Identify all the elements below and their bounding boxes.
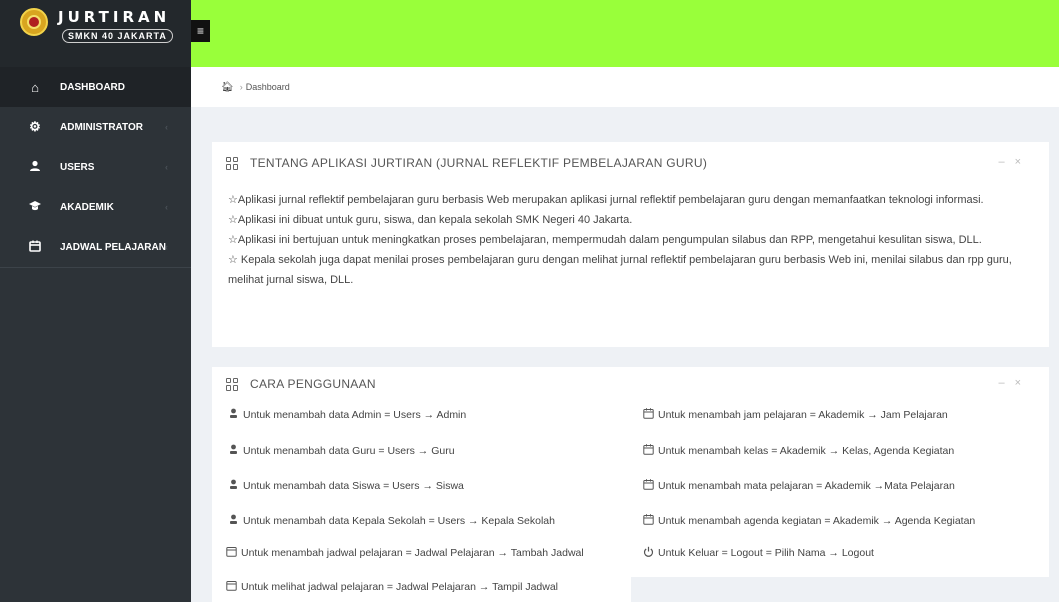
about-line: ☆Aplikasi jurnal reflektif pembelajaran … — [228, 194, 984, 206]
brand-subtitle: SMKN 40 JAKARTA — [62, 29, 173, 43]
list-item: Untuk menambah data Guru = Users → Guru — [227, 444, 455, 458]
chevron-left-icon: ‹ — [165, 122, 168, 132]
about-text: ☆Aplikasi jurnal reflektif pembelajaran … — [228, 190, 1031, 290]
sidebar-divider — [0, 267, 191, 268]
sidebar-item-jadwal-pelajaran[interactable]: JADWAL PELAJARAN ‹ — [0, 227, 191, 267]
close-button[interactable]: × — [1015, 377, 1031, 389]
about-panel: TENTANG APLIKASI JURTIRAN (JURNAL REFLEK… — [212, 142, 1049, 347]
user-icon — [227, 514, 239, 528]
top-bar: ≡ — [191, 0, 1059, 67]
list-item: Untuk menambah mata pelajaran = Akademik… — [642, 479, 955, 493]
chevron-left-icon: ‹ — [165, 242, 168, 252]
list-item: Untuk menambah agenda kegiatan = Akademi… — [642, 514, 975, 528]
brand-title: JURTIRAN — [58, 8, 171, 26]
calendar-icon — [642, 408, 654, 422]
breadcrumb-current: Dashboard — [245, 82, 290, 92]
list-item: Untuk menambah jam pelajaran = Akademik … — [642, 408, 948, 422]
calendar-icon — [28, 240, 42, 255]
graduation-cap-icon — [28, 200, 42, 215]
list-item: Untuk menambah data Kepala Sekolah = Use… — [227, 514, 555, 528]
sidebar-item-dashboard[interactable]: ⌂ DASHBOARD — [0, 67, 191, 107]
user-icon — [227, 444, 239, 458]
gear-icon: ⚙ — [29, 119, 41, 134]
list-item: Untuk menambah data Admin = Users → Admi… — [227, 408, 466, 422]
grid-icon — [226, 377, 239, 391]
home-icon: ⌂ — [31, 79, 39, 95]
calendar-icon — [225, 580, 237, 594]
sidebar-item-users[interactable]: USERS ‹ — [0, 147, 191, 187]
users-icon — [28, 160, 42, 175]
panel-title: CARA PENGGUNAAN — [250, 377, 376, 391]
list-item: Untuk Keluar = Logout = Pilih Nama → Log… — [642, 546, 874, 560]
sidebar-item-label: DASHBOARD — [60, 81, 125, 93]
calendar-icon — [225, 546, 237, 560]
panel-tools: –× — [998, 156, 1031, 168]
close-button[interactable]: × — [1015, 156, 1031, 168]
chevron-left-icon: ‹ — [165, 162, 168, 172]
brand[interactable]: JURTIRAN SMKN 40 JAKARTA — [0, 0, 191, 67]
calendar-icon — [642, 444, 654, 458]
about-line: ☆ Kepala sekolah juga dapat menilai pros… — [228, 254, 1012, 286]
panel-tools: –× — [998, 377, 1031, 389]
home-icon[interactable]: 🏠︎ — [221, 82, 234, 93]
list-item: Untuk menambah kelas = Akademik → Kelas,… — [642, 444, 954, 458]
list-item: Untuk menambah data Siswa = Users → Sisw… — [227, 479, 464, 493]
breadcrumb-separator: › — [239, 82, 243, 92]
list-item: Untuk menambah jadwal pelajaran = Jadwal… — [225, 546, 584, 560]
power-icon — [642, 546, 654, 560]
user-icon — [227, 479, 239, 493]
chevron-left-icon: ‹ — [165, 202, 168, 212]
list-item: Untuk melihat jadwal pelajaran = Jadwal … — [225, 580, 558, 594]
sidebar-item-label: AKADEMIK — [60, 201, 114, 213]
sidebar-item-label: ADMINISTRATOR — [60, 121, 143, 133]
panel-title: TENTANG APLIKASI JURTIRAN (JURNAL REFLEK… — [250, 156, 708, 170]
breadcrumb: 🏠︎ › Dashboard — [191, 67, 1059, 107]
sidebar-item-label: USERS — [60, 161, 95, 173]
calendar-icon — [642, 479, 654, 493]
minimize-button[interactable]: – — [998, 156, 1014, 168]
minimize-button[interactable]: – — [998, 377, 1014, 389]
sidebar-toggle-button[interactable]: ≡ — [191, 20, 210, 42]
sidebar-item-akademik[interactable]: AKADEMIK ‹ — [0, 187, 191, 227]
sidebar-item-administrator[interactable]: ⚙ ADMINISTRATOR ‹ — [0, 107, 191, 147]
sidebar-item-label: JADWAL PELAJARAN — [60, 241, 166, 253]
calendar-icon — [642, 514, 654, 528]
user-icon — [227, 408, 239, 422]
sidebar: JURTIRAN SMKN 40 JAKARTA ⌂ DASHBOARD ⚙ A… — [0, 0, 191, 602]
grid-icon — [226, 156, 239, 170]
about-line: ☆Aplikasi ini dibuat untuk guru, siswa, … — [228, 214, 633, 226]
about-line: ☆Aplikasi ini bertujuan untuk meningkatk… — [228, 234, 982, 246]
school-logo-icon — [20, 8, 48, 36]
